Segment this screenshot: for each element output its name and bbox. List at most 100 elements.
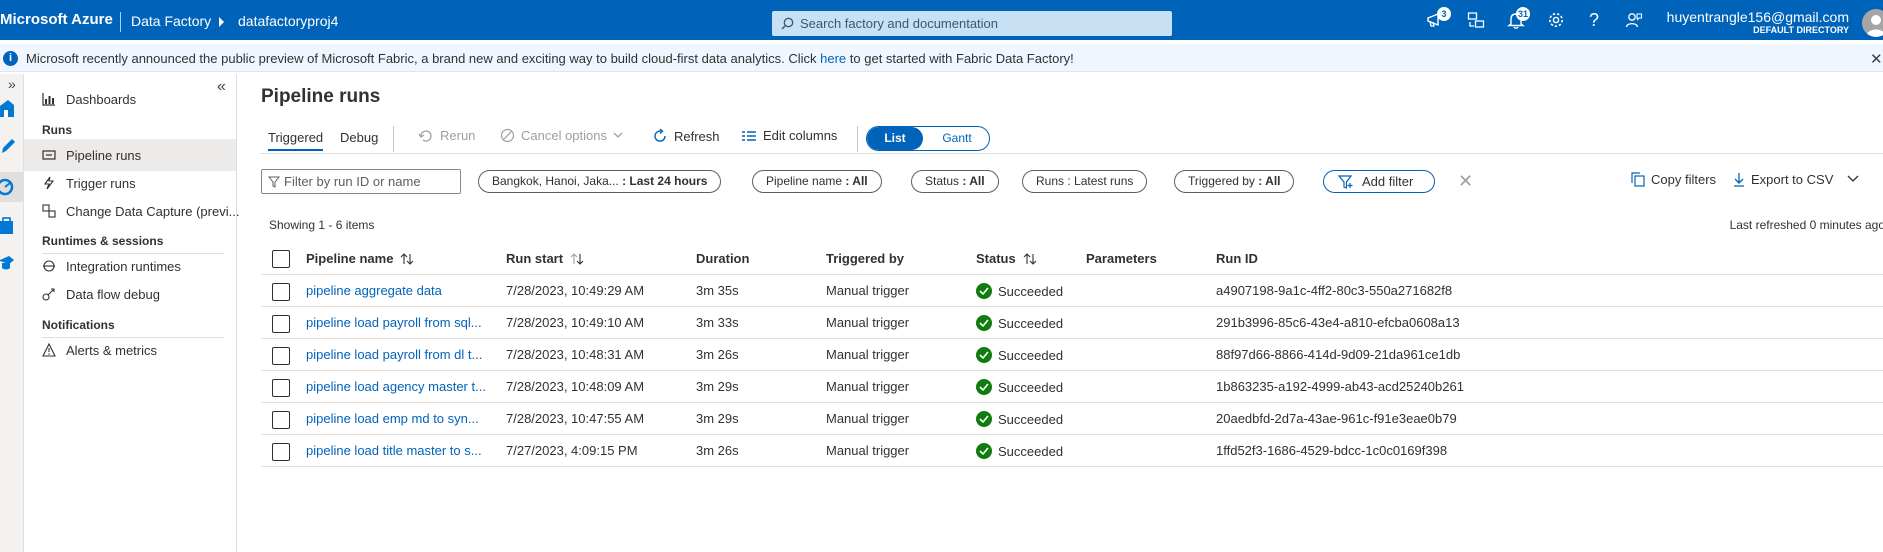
select-all-checkbox[interactable] (272, 250, 290, 268)
tab-triggered[interactable]: Triggered (268, 130, 324, 151)
search-box[interactable]: Search factory and documentation (772, 11, 1172, 36)
edit-columns-button[interactable]: Edit columns (741, 128, 837, 143)
trigger-lightning-icon (42, 176, 56, 190)
refresh-icon (652, 128, 668, 144)
sort-descending-icon (570, 252, 584, 265)
sidebar-item-data-flow-debug[interactable]: Data flow debug (24, 278, 236, 310)
last-refreshed: Last refreshed 0 minutes ago (1729, 218, 1883, 232)
run-id: 1b863235-a192-4999-ab43-acd25240b261 (1216, 379, 1464, 394)
pipeline-name-link[interactable]: pipeline load payroll from dl t... (306, 347, 482, 362)
status-badge: Succeeded (976, 379, 1063, 395)
table-row[interactable]: pipeline load title master to s... 7/27/… (261, 435, 1883, 467)
sidebar-item-label: Pipeline runs (66, 148, 142, 163)
feedback-person-icon[interactable] (1625, 11, 1643, 29)
status-badge: Succeeded (976, 347, 1063, 363)
row-checkbox[interactable] (272, 315, 290, 333)
run-start: 7/28/2023, 10:49:10 AM (506, 315, 645, 330)
sidebar-item-change-data-capture[interactable]: Change Data Capture (previ... (24, 195, 239, 227)
edit-columns-icon (741, 130, 757, 142)
section-runtimes: Runtimes & sessions (42, 234, 164, 248)
rerun-label: Rerun (440, 128, 476, 143)
rerun-button[interactable]: Rerun (418, 128, 475, 143)
banner-link[interactable]: here (820, 51, 846, 66)
runs-filter-pill[interactable]: Runs : Latest runs (1022, 170, 1148, 193)
learning-cap-icon[interactable] (0, 254, 14, 272)
row-checkbox[interactable] (272, 347, 290, 365)
duration: 3m 26s (696, 347, 739, 362)
cancel-options-button[interactable]: Cancel options (500, 128, 623, 143)
breadcrumb-factory-name[interactable]: datafactoryproj4 (238, 13, 338, 29)
export-csv-button[interactable]: Export to CSV (1733, 172, 1833, 187)
sidebar-item-dashboards[interactable]: Dashboards (24, 83, 236, 115)
rerun-icon (418, 129, 434, 143)
manage-toolbox-icon[interactable] (0, 216, 14, 236)
sidebar-item-alerts-metrics[interactable]: Alerts & metrics (24, 334, 236, 366)
pipeline-name-link[interactable]: pipeline load agency master t... (306, 379, 486, 394)
banner-text: Microsoft recently announced the public … (26, 51, 1074, 66)
col-header-pipeline-name[interactable]: Pipeline name (306, 251, 414, 266)
status-badge: Succeeded (976, 411, 1063, 427)
success-check-icon (976, 443, 992, 459)
table-row[interactable]: pipeline load payroll from dl t... 7/28/… (261, 339, 1883, 371)
row-checkbox[interactable] (272, 379, 290, 397)
azure-brand[interactable]: Microsoft Azure (0, 11, 113, 28)
col-header-status[interactable]: Status (976, 251, 1037, 266)
table-row[interactable]: pipeline aggregate data 7/28/2023, 10:49… (261, 275, 1883, 307)
copy-filters-button[interactable]: Copy filters (1631, 172, 1716, 187)
author-pencil-icon[interactable] (0, 136, 16, 156)
runs-filter-label: Runs (1036, 174, 1065, 188)
section-runs: Runs (42, 123, 72, 137)
status-badge: Succeeded (976, 283, 1063, 299)
avatar[interactable] (1862, 9, 1883, 37)
copy-filters-label: Copy filters (1651, 172, 1717, 187)
account-info[interactable]: huyentrangle156@gmail.com DEFAULT DIRECT… (1667, 9, 1849, 36)
row-checkbox[interactable] (272, 283, 290, 301)
triggered-by-filter-value: : All (1258, 174, 1281, 188)
refresh-button[interactable]: Refresh (652, 128, 720, 144)
status-filter-pill[interactable]: Status : All (911, 170, 999, 193)
clear-filters-icon[interactable]: ✕ (1458, 171, 1473, 192)
table-row[interactable]: pipeline load payroll from sql... 7/28/2… (261, 307, 1883, 339)
view-list-button[interactable]: List (867, 127, 923, 150)
breadcrumb-data-factory[interactable]: Data Factory (131, 13, 211, 29)
add-filter-funnel-icon (1338, 175, 1354, 189)
status-filter-value: : All (962, 174, 985, 188)
sidebar-item-label: Dashboards (66, 92, 137, 107)
pipeline-name-link[interactable]: pipeline aggregate data (306, 283, 442, 298)
run-start: 7/27/2023, 4:09:15 PM (506, 443, 638, 458)
pipeline-name-link[interactable]: pipeline load title master to s... (306, 443, 482, 458)
row-checkbox[interactable] (272, 443, 290, 461)
banner-close-icon[interactable]: ✕ (1870, 50, 1883, 68)
expand-rail-icon[interactable]: » (8, 76, 16, 92)
cancel-circle-icon (500, 128, 515, 143)
pipeline-name-link[interactable]: pipeline load payroll from sql... (306, 315, 482, 330)
table-row[interactable]: pipeline load emp md to syn... 7/28/2023… (261, 403, 1883, 435)
info-icon: i (3, 51, 18, 66)
tab-debug[interactable]: Debug (340, 130, 378, 145)
col-header-triggered-by[interactable]: Triggered by (826, 251, 904, 266)
timezone-filter-pill[interactable]: Bangkok, Hanoi, Jaka... : Last 24 hours (478, 170, 722, 193)
success-check-icon (976, 347, 992, 363)
run-filter-input[interactable] (284, 172, 454, 191)
col-header-run-start[interactable]: Run start (506, 251, 584, 266)
directory-switch-icon[interactable] (1467, 11, 1485, 29)
warning-triangle-icon (42, 343, 56, 357)
col-header-label: Run start (506, 251, 564, 266)
more-options-chevron-icon[interactable] (1847, 175, 1859, 183)
table-row[interactable]: pipeline load agency master t... 7/28/20… (261, 371, 1883, 403)
section-notifications: Notifications (42, 318, 115, 332)
home-icon[interactable] (0, 98, 16, 118)
success-check-icon (976, 379, 992, 395)
settings-gear-icon[interactable] (1547, 11, 1565, 29)
export-csv-label: Export to CSV (1751, 172, 1834, 187)
monitor-nav-selected[interactable] (0, 172, 24, 202)
pipeline-name-link[interactable]: pipeline load emp md to syn... (306, 411, 479, 426)
run-start: 7/28/2023, 10:49:29 AM (506, 283, 645, 298)
add-filter-button[interactable]: Add filter (1323, 170, 1435, 193)
triggered-by-filter-pill[interactable]: Triggered by : All (1174, 170, 1295, 193)
help-question-icon[interactable]: ? (1589, 10, 1599, 31)
col-header-duration[interactable]: Duration (696, 251, 749, 266)
pipeline-name-filter-pill[interactable]: Pipeline name : All (752, 170, 882, 193)
view-gantt-button[interactable]: Gantt (925, 127, 989, 150)
row-checkbox[interactable] (272, 411, 290, 429)
